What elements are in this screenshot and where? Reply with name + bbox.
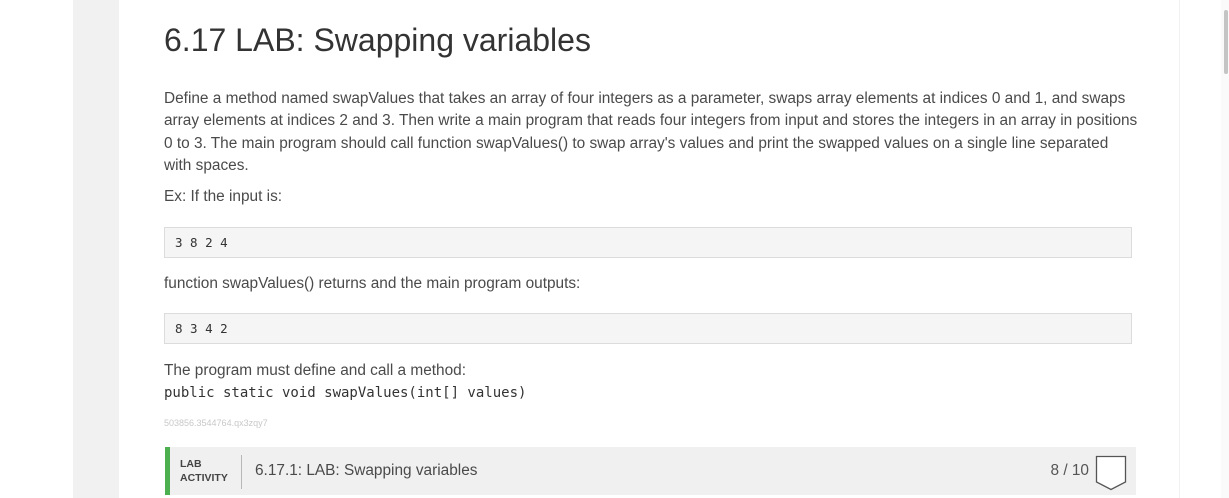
shield-badge-icon bbox=[1095, 455, 1127, 491]
example-input-box: 3 8 2 4 bbox=[164, 227, 1132, 258]
page-scrollbar[interactable] bbox=[1221, 0, 1229, 498]
problem-description: Define a method named swapValues that ta… bbox=[164, 90, 1138, 174]
example-label: Ex: If the input is: bbox=[164, 188, 283, 205]
method-signature: public static void swapValues(int[] valu… bbox=[164, 385, 527, 401]
lab-score: 8 / 10 bbox=[1050, 462, 1089, 479]
lab-tag-line1: LAB bbox=[180, 458, 202, 470]
content-fingerprint: 503856.3544764.qx3zqy7 bbox=[164, 418, 268, 428]
must-define-label: The program must define and call a metho… bbox=[164, 362, 466, 379]
lab-divider bbox=[241, 455, 242, 489]
page-title: 6.17 LAB: Swapping variables bbox=[164, 22, 591, 58]
example-output-box: 8 3 4 2 bbox=[164, 313, 1132, 344]
lab-activity-title: 6.17.1: LAB: Swapping variables bbox=[255, 462, 478, 479]
page: 6.17 LAB: Swapping variables Define a me… bbox=[0, 0, 1229, 498]
lab-activity-header[interactable]: LAB ACTIVITY 6.17.1: LAB: Swapping varia… bbox=[165, 447, 1136, 495]
lab-activity-tag: LAB ACTIVITY bbox=[180, 457, 235, 485]
lab-tag-line2: ACTIVITY bbox=[180, 472, 228, 484]
scrollbar-thumb[interactable] bbox=[1224, 10, 1228, 74]
returns-label: function swapValues() returns and the ma… bbox=[164, 275, 581, 292]
